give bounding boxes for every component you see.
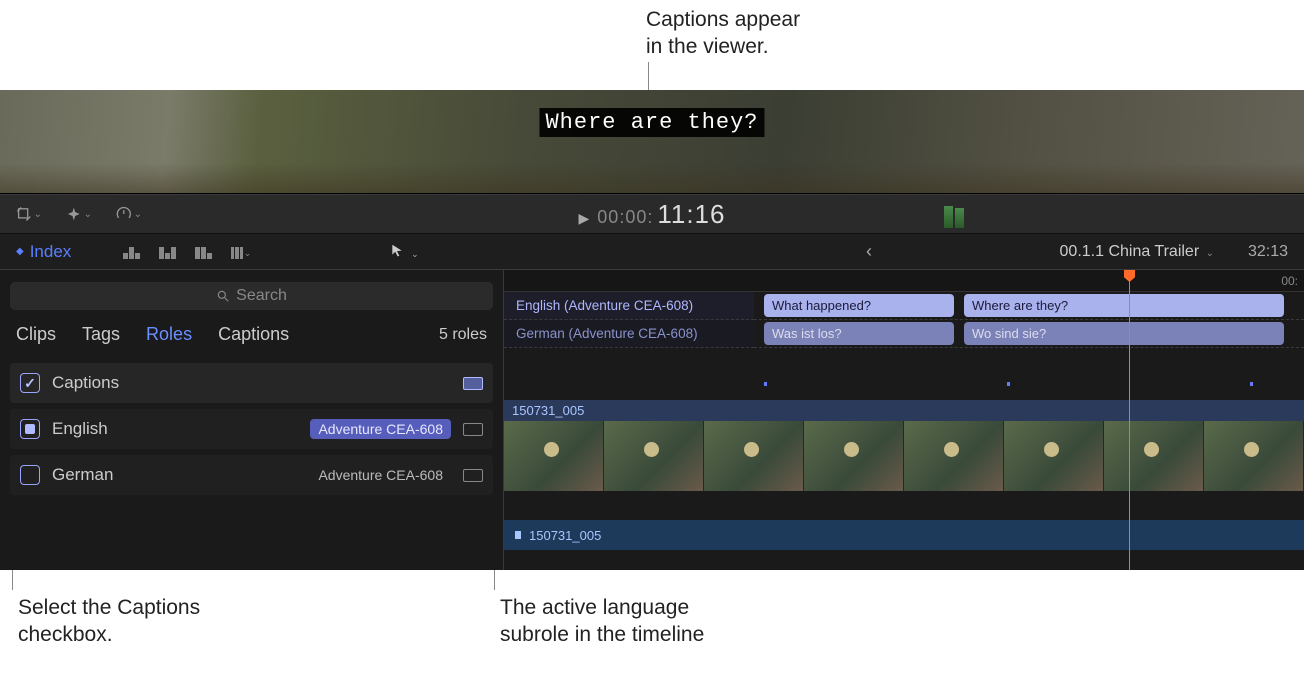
role-german-label: German	[52, 465, 298, 485]
caption-row-english: What happened? Where are they?	[754, 292, 1304, 320]
timeline-history-back-icon[interactable]: ‹	[866, 241, 872, 262]
thumbnail	[704, 421, 804, 491]
timecode-main: 11:16	[657, 199, 725, 230]
english-checkbox[interactable]	[20, 419, 40, 439]
timecode-prefix: 00:00:	[597, 207, 653, 228]
select-tool-icon[interactable]: ⌄	[390, 243, 419, 261]
timeline-index-panel: Search Clips Tags Roles Captions 5 roles…	[0, 270, 504, 570]
crop-tool-icon[interactable]: ⌄	[16, 203, 42, 225]
thumbnail	[1104, 421, 1204, 491]
search-icon	[216, 289, 230, 303]
callout-captions-checkbox: Select the Captions checkbox.	[18, 594, 200, 649]
app-window: Where are they? ⌄ ⌄ ⌄ ▶ 00:00: 11:16 Ind…	[0, 90, 1304, 570]
captions-checkbox[interactable]	[20, 373, 40, 393]
caption-clip[interactable]: Wo sind sie?	[964, 322, 1284, 345]
index-button-label: Index	[30, 242, 72, 262]
timecode-display[interactable]: ▶ 00:00: 11:16	[579, 199, 726, 230]
clip-markers	[504, 380, 1304, 388]
project-name-label: 00.1.1 China Trailer	[1060, 243, 1200, 260]
audio-track[interactable]: 150731_005	[504, 520, 1304, 550]
role-english-badge: Adventure CEA-608	[310, 419, 451, 439]
filmstrip-icon	[512, 529, 524, 541]
viewer-caption-overlay: Where are they?	[539, 108, 764, 137]
timeline-area[interactable]: 00: English (Adventure CEA-608) German (…	[504, 270, 1304, 570]
tab-tags[interactable]: Tags	[82, 324, 120, 345]
caption-clip[interactable]: Was ist los?	[764, 322, 954, 345]
thumbnail	[604, 421, 704, 491]
audio-meters[interactable]	[944, 200, 964, 228]
retime-tool-icon[interactable]: ⌄	[116, 203, 142, 225]
show-lane-icon[interactable]	[463, 423, 483, 436]
role-captions-label: Captions	[52, 373, 451, 393]
role-english-row[interactable]: English Adventure CEA-608	[10, 409, 493, 449]
tab-roles[interactable]: Roles	[146, 324, 192, 345]
thumbnail	[804, 421, 904, 491]
meter-bar	[944, 206, 953, 228]
lane-header-english[interactable]: English (Adventure CEA-608)	[504, 292, 754, 320]
thumbnail	[504, 421, 604, 491]
role-count-label: 5 roles	[439, 326, 487, 344]
insert-clip-icon[interactable]	[159, 245, 179, 259]
transport-toolbar: ⌄ ⌄ ⌄ ▶ 00:00: 11:16	[0, 194, 1304, 234]
video-clip-name: 150731_005	[504, 400, 1304, 421]
audio-clip-name: 150731_005	[529, 528, 601, 543]
role-captions-row[interactable]: Captions	[10, 363, 493, 403]
role-english-label: English	[52, 419, 298, 439]
caption-lane-headers: English (Adventure CEA-608) German (Adve…	[504, 292, 754, 348]
thumbnail	[904, 421, 1004, 491]
show-lane-icon[interactable]	[463, 377, 483, 390]
timeline-ruler-time: 00:	[1281, 274, 1298, 288]
caption-clip[interactable]: Where are they?	[964, 294, 1284, 317]
role-german-row[interactable]: German Adventure CEA-608	[10, 455, 493, 495]
timeline-playhead[interactable]	[1129, 270, 1130, 570]
show-lane-icon[interactable]	[463, 469, 483, 482]
caption-row-german: Was ist los? Wo sind sie?	[754, 320, 1304, 348]
meter-bar	[955, 208, 964, 228]
project-duration: 32:13	[1248, 243, 1288, 261]
video-track[interactable]: 150731_005	[504, 400, 1304, 490]
lower-section: Search Clips Tags Roles Captions 5 roles…	[0, 270, 1304, 570]
viewer-pane: Where are they?	[0, 90, 1304, 194]
connect-clip-icon[interactable]	[123, 245, 143, 259]
tab-captions[interactable]: Captions	[218, 324, 289, 345]
chevron-down-icon: ⌄	[1206, 248, 1214, 259]
german-checkbox[interactable]	[20, 465, 40, 485]
role-german-badge: Adventure CEA-608	[310, 465, 451, 485]
thumbnail	[1004, 421, 1104, 491]
lane-header-german[interactable]: German (Adventure CEA-608)	[504, 320, 754, 348]
index-button[interactable]: Index	[16, 242, 71, 262]
play-icon: ▶	[579, 210, 590, 227]
video-thumbnails	[504, 421, 1304, 491]
tab-clips[interactable]: Clips	[16, 324, 56, 345]
index-tabs: Clips Tags Roles Captions 5 roles	[10, 324, 493, 359]
timeline-toolbar: Index ⌄ ⌄ ‹ 00.1.1 China Trailer ⌄ 32:13	[0, 234, 1304, 270]
append-clip-icon[interactable]	[195, 245, 215, 259]
caption-clips-area: What happened? Where are they? Was ist l…	[754, 292, 1304, 348]
timeline-ruler[interactable]: 00:	[504, 270, 1304, 292]
enhance-tool-icon[interactable]: ⌄	[66, 203, 92, 225]
thumbnail	[1204, 421, 1304, 491]
overwrite-clip-icon[interactable]: ⌄	[231, 245, 251, 259]
project-name-dropdown[interactable]: 00.1.1 China Trailer ⌄	[1060, 243, 1214, 261]
search-placeholder: Search	[236, 287, 287, 305]
caption-clip[interactable]: What happened?	[764, 294, 954, 317]
roles-list: Captions English Adventure CEA-608 Germa…	[10, 359, 493, 495]
callout-viewer-caption: Captions appear in the viewer.	[646, 6, 800, 61]
callout-active-subrole: The active language subrole in the timel…	[500, 594, 704, 649]
search-input[interactable]: Search	[10, 282, 493, 310]
